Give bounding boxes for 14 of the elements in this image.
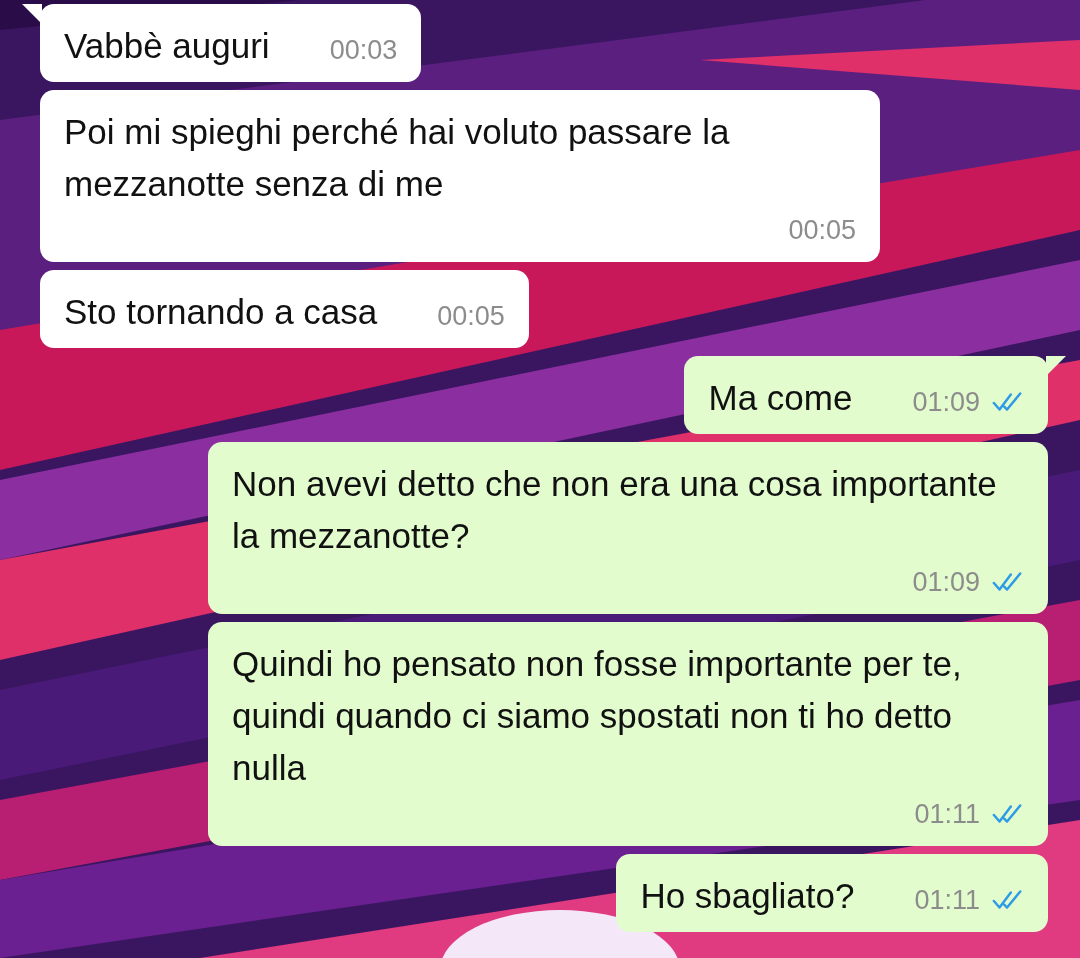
message-time: 01:11: [914, 798, 980, 831]
message-time: 01:09: [912, 386, 980, 419]
message-time: 00:05: [437, 300, 505, 333]
message-time: 01:09: [912, 566, 980, 599]
message-text: Poi mi spieghi perché hai voluto passare la mezzanotte senza di me: [64, 111, 731, 205]
message-text: Non avevi detto che non era una cosa importante la mezzanotte?: [232, 463, 998, 557]
message-text: Ho sbagliato?: [640, 875, 855, 917]
message-text: Quindi ho pensato non fosse importante per te, quindi quando ci siamo spostati non ti ho detto nulla: [232, 643, 963, 789]
message-text: Sto tornando a casa: [64, 291, 378, 333]
message-text: Vabbè auguri: [64, 25, 270, 67]
message-text: Ma come: [708, 377, 853, 419]
message-time: 01:11: [914, 884, 980, 917]
message-time: 00:03: [329, 34, 398, 67]
message-time: 00:05: [788, 214, 856, 247]
